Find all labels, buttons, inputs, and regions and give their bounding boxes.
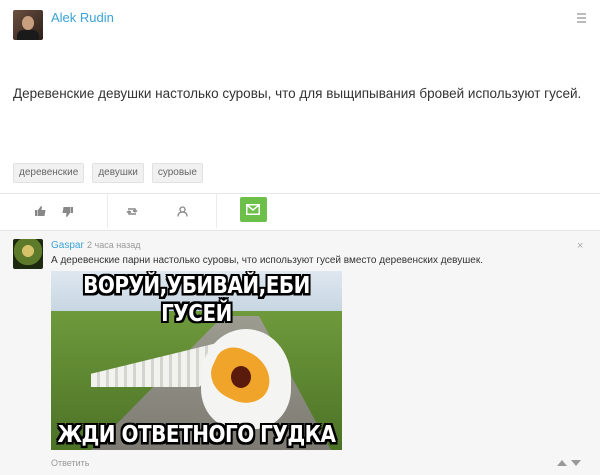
author-name[interactable]: Alek Rudin <box>51 10 114 25</box>
tag-item[interactable]: девушки <box>92 163 144 183</box>
mail-icon <box>246 204 260 215</box>
comment-text: А деревенские парни настолько суровы, чт… <box>51 255 484 266</box>
comments-section: Gaspar 2 часа назад × А деревенские парн… <box>0 230 600 475</box>
like-icon[interactable] <box>34 206 46 218</box>
separator <box>216 194 217 228</box>
commenter-avatar[interactable] <box>13 239 43 269</box>
subscribe-icon[interactable] <box>176 206 188 218</box>
meme-image[interactable]: ВОРУЙ,УБИВАЙ,ЕБИ ГУСЕЙ ЖДИ ОТВЕТНОГО ГУД… <box>51 271 342 450</box>
dislike-icon[interactable] <box>61 206 73 218</box>
tag-item[interactable]: деревенские <box>13 163 85 183</box>
close-icon[interactable]: × <box>577 240 583 252</box>
tag-item[interactable]: суровые <box>151 163 203 183</box>
mail-button[interactable] <box>240 197 267 222</box>
tag-list: деревенские девушки суровые <box>13 163 203 183</box>
repost-icon[interactable] <box>126 206 138 218</box>
meme-top-caption: ВОРУЙ,УБИВАЙ,ЕБИ ГУСЕЙ <box>83 271 310 327</box>
action-bar <box>0 194 600 230</box>
vote-down-icon[interactable] <box>571 460 581 466</box>
comment-author[interactable]: Gaspar <box>51 240 84 251</box>
reply-link[interactable]: Ответить <box>51 458 89 468</box>
comment-time: 2 часа назад <box>87 240 141 250</box>
menu-icon[interactable] <box>577 13 586 23</box>
post-card: Alek Rudin Деревенские девушки настолько… <box>0 0 600 228</box>
meme-bottom-caption: ЖДИ ОТВЕТНОГО ГУДКА <box>57 420 336 448</box>
author-avatar[interactable] <box>13 10 43 40</box>
post-text: Деревенские девушки настолько суровы, чт… <box>13 86 582 101</box>
vote-up-icon[interactable] <box>557 460 567 466</box>
separator <box>107 194 108 228</box>
